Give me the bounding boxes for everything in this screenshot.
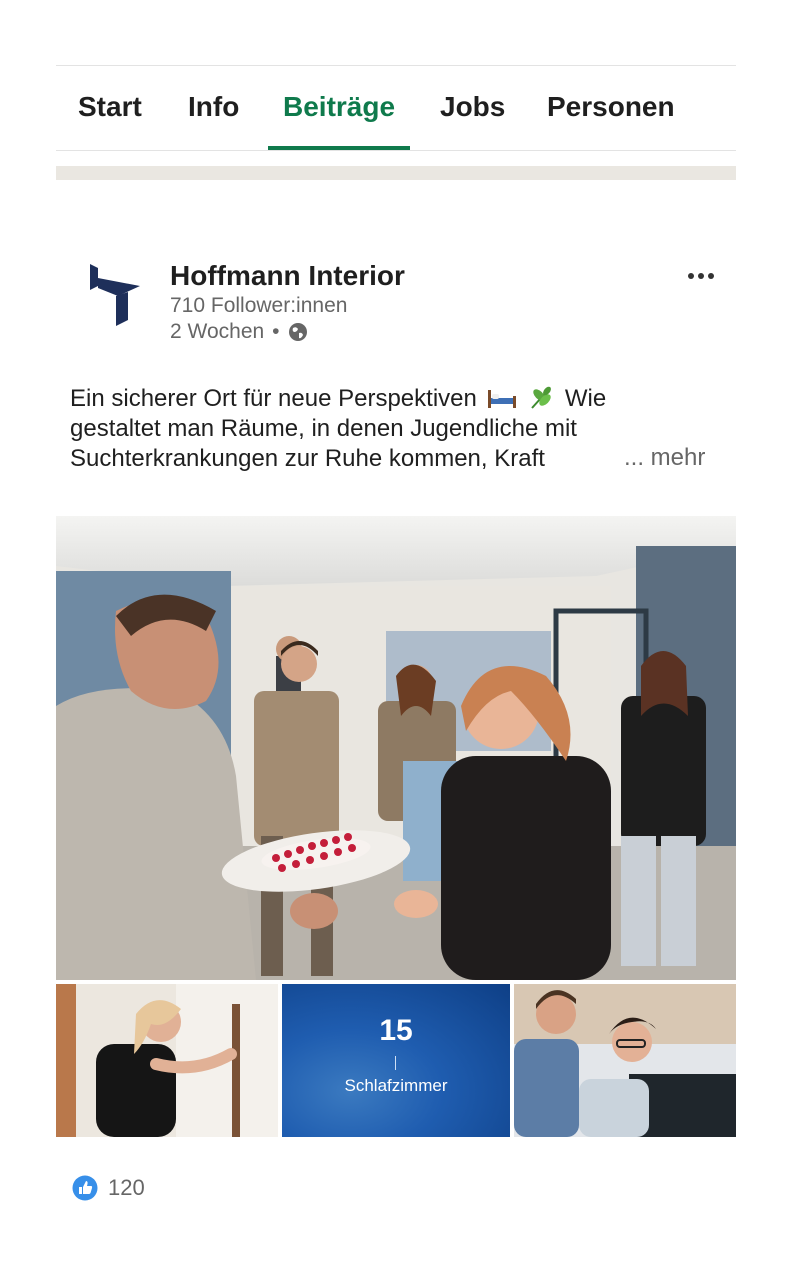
active-tab-indicator [268, 146, 410, 150]
post-image-main[interactable] [56, 516, 736, 980]
reactions-summary[interactable]: 120 [72, 1175, 145, 1201]
like-reaction-icon [72, 1175, 98, 1201]
post-text-line-1b: Wie [564, 385, 607, 412]
post-time: 2 Wochen [170, 320, 265, 343]
tab-info[interactable]: Info [188, 91, 239, 123]
photo-gallery-more-tile[interactable]: 15 Schlafzimmer [282, 984, 510, 1137]
follower-count: 710 Follower:innen [170, 294, 348, 317]
post-text-line-2: gestaltet man Räume, in denen Jugendlich… [70, 415, 577, 442]
tab-beitraege[interactable]: Beiträge [283, 91, 395, 123]
post-text-line-1: Ein sicherer Ort für neue Perspektiven [70, 385, 477, 412]
tab-personen[interactable]: Personen [547, 91, 675, 123]
post-text-line-3: Suchterkrankungen zur Ruhe kommen, Kraft [70, 445, 545, 472]
photo-count: 15 [379, 1014, 413, 1047]
post-meta: 2 Wochen • [170, 320, 308, 344]
meta-separator: • [272, 320, 280, 343]
company-tabs: Start Info Beiträge Jobs Personen [56, 65, 736, 151]
post-text: Ein sicherer Ort für neue Perspektiven W… [70, 384, 710, 474]
like-count: 120 [108, 1175, 145, 1200]
bed-emoji-icon [487, 390, 516, 408]
company-logo[interactable] [86, 262, 142, 326]
post-image-thumb-1[interactable] [56, 984, 278, 1137]
herb-emoji-icon [531, 386, 552, 409]
company-name[interactable]: Hoffmann Interior [170, 260, 405, 292]
photo-count-label: Schlafzimmer [344, 1076, 448, 1095]
post-image-thumb-3[interactable] [514, 984, 736, 1137]
count-divider [395, 1056, 396, 1070]
section-divider [56, 166, 736, 180]
tab-start[interactable]: Start [78, 91, 142, 123]
see-more-link[interactable]: ... mehr [624, 444, 705, 472]
globe-icon [288, 323, 307, 341]
more-options-icon[interactable] [685, 264, 717, 288]
tab-jobs[interactable]: Jobs [440, 91, 505, 123]
